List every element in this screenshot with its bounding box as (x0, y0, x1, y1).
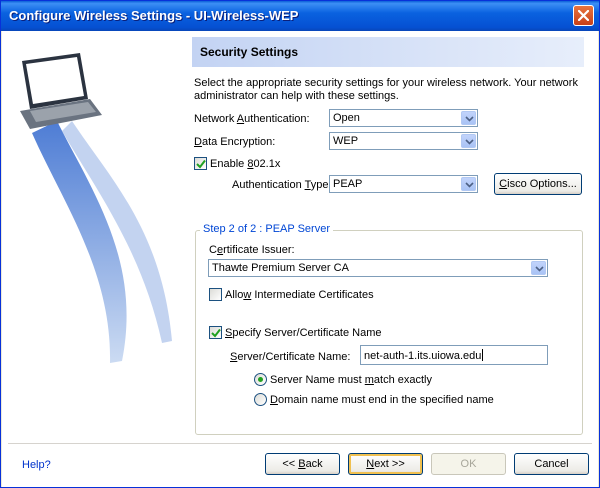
label-part: ext >> (374, 458, 405, 470)
data-encryption-label: Data Encryption: (194, 136, 275, 148)
label-part: Allo (225, 289, 244, 301)
checkmark-icon (196, 159, 206, 169)
cert-issuer-select[interactable]: Thawte Premium Server CA (208, 259, 548, 277)
match-exactly-radio[interactable] (254, 373, 267, 386)
domain-end-label[interactable]: Domain name must end in the specified na… (270, 394, 494, 406)
auth-type-label: Authentication Type: (232, 179, 332, 191)
network-auth-label: Network Authentication: (194, 113, 310, 125)
accelerator-key: N (366, 458, 375, 470)
accelerator-key: B (298, 458, 306, 470)
label-part: erver/Certificate Name: (237, 351, 351, 363)
dialog-window: Configure Wireless Settings - UI-Wireles… (0, 0, 600, 488)
text-caret (482, 349, 484, 361)
match-exactly-label[interactable]: Server Name must match exactly (270, 374, 432, 386)
label-part: ata Encryption: (201, 136, 276, 148)
window-title: Configure Wireless Settings - UI-Wireles… (9, 8, 299, 23)
checkmark-icon (211, 328, 221, 338)
close-icon (578, 10, 589, 21)
label-part: rtificate Issuer: (223, 244, 295, 256)
group-legend: Step 2 of 2 : PEAP Server (200, 223, 333, 235)
server-name-value: net-auth-1.its.uiowa.edu (364, 349, 484, 362)
dropdown-arrow[interactable] (461, 134, 476, 148)
chevron-down-icon (465, 182, 474, 188)
cert-issuer-value: Thawte Premium Server CA (212, 262, 349, 274)
input-text: net-auth-1.its.uiowa.edu (364, 350, 482, 362)
ok-button[interactable]: OK (431, 453, 506, 475)
data-encryption-value: WEP (333, 135, 359, 147)
label-part: omain name must end in the specified nam… (277, 394, 494, 406)
accelerator-key: D (194, 136, 202, 148)
label-part: Server Name must (270, 374, 365, 386)
label-part: Intermediate Certificates (251, 289, 374, 301)
cert-issuer-label: Certificate Issuer: (209, 244, 295, 256)
dropdown-arrow[interactable] (461, 177, 476, 191)
help-link[interactable]: Help? (22, 459, 51, 471)
intro-text: Select the appropriate security settings… (194, 77, 578, 102)
label-part: atch exactly (373, 374, 433, 386)
dropdown-arrow[interactable] (461, 111, 476, 125)
page-title: Security Settings (200, 45, 299, 59)
laptop-illustration-icon (20, 53, 172, 363)
label-part: 02.1x (253, 158, 281, 170)
chevron-down-icon (535, 266, 544, 272)
server-name-label: Server/Certificate Name: (230, 351, 350, 363)
auth-type-value: PEAP (333, 178, 363, 190)
server-name-input[interactable]: net-auth-1.its.uiowa.edu (360, 345, 548, 365)
enable-8021x-checkbox[interactable] (194, 157, 207, 170)
enable-8021x-label[interactable]: Enable 802.1x (210, 158, 280, 170)
dialog-content: Security Settings Select the appropriate… (2, 31, 598, 487)
network-auth-select[interactable]: Open (329, 109, 478, 127)
allow-intermediate-checkbox[interactable] (209, 288, 222, 301)
accelerator-key: m (364, 374, 374, 386)
label-part: Enable (210, 158, 248, 170)
label-part: isco Options... (507, 178, 577, 190)
allow-intermediate-label[interactable]: Allow Intermediate Certificates (225, 289, 374, 301)
title-bar[interactable]: Configure Wireless Settings - UI-Wireles… (1, 1, 599, 31)
label-part: Network (194, 113, 237, 125)
label-part: << (282, 458, 299, 470)
chevron-down-icon (465, 139, 474, 145)
accelerator-key: D (270, 394, 278, 406)
radio-selected-dot (258, 377, 263, 382)
close-button[interactable] (573, 5, 594, 26)
back-button[interactable]: << Back (265, 453, 340, 475)
label-part: pecify Server/Certificate Name (232, 327, 382, 339)
next-button[interactable]: Next >> (348, 453, 423, 475)
data-encryption-select[interactable]: WEP (329, 132, 478, 150)
dropdown-arrow[interactable] (531, 261, 546, 275)
cisco-options-button[interactable]: Cisco Options... (494, 173, 582, 195)
label-part: uthentication: (244, 113, 310, 125)
label-part: ack (305, 458, 323, 470)
cancel-button[interactable]: Cancel (514, 453, 589, 475)
accelerator-key: C (499, 178, 508, 190)
network-auth-value: Open (333, 112, 360, 124)
auth-type-select[interactable]: PEAP (329, 175, 478, 193)
header-band: Security Settings (192, 37, 584, 67)
specify-server-label[interactable]: Specify Server/Certificate Name (225, 327, 382, 339)
label-part: Authentication (232, 179, 305, 191)
label-part: C (209, 244, 217, 256)
chevron-down-icon (465, 116, 474, 122)
footer-divider (8, 443, 592, 444)
specify-server-checkbox[interactable] (209, 326, 222, 339)
domain-end-radio[interactable] (254, 393, 267, 406)
